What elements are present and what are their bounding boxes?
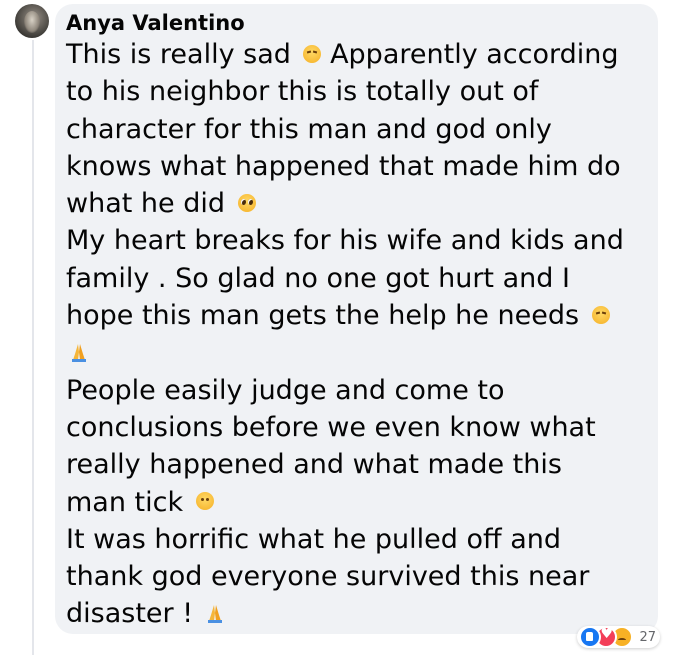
- comment-line: family . So glad no one got hurt and I: [66, 262, 570, 294]
- comment-line-text: This is really sad: [66, 39, 291, 70]
- comment-line-text: what he did: [66, 188, 225, 220]
- reactions-summary[interactable]: 27: [577, 626, 660, 648]
- frowning-face-icon: [195, 492, 214, 511]
- pensive-face-icon: [303, 44, 322, 63]
- comment-line: man tick: [66, 484, 656, 521]
- pleading-face-icon: [237, 193, 256, 212]
- comment-line-text: man tick: [66, 486, 184, 518]
- comment-text: This is really sad Apparently according …: [66, 36, 656, 633]
- comment-line: knows what happened that made him do: [66, 150, 621, 182]
- comment-line: My heart breaks for his wife and kids an…: [66, 225, 624, 257]
- comment-author[interactable]: Anya Valentino: [66, 10, 245, 36]
- comment-line: hope this man gets the help he needs: [66, 297, 656, 334]
- comment-line: People easily judge and come to: [66, 374, 505, 406]
- comment-line-text: hope this man gets the help he needs: [66, 300, 580, 332]
- comment-line: [66, 334, 656, 371]
- comment-bubble: Anya Valentino This is really sad Appare…: [55, 4, 658, 634]
- comment-line: It was horrific what he pulled off and: [66, 523, 562, 555]
- comment-line: what he did: [66, 185, 656, 222]
- comment-line: character for this man and god only: [66, 113, 552, 145]
- comment-line-text: disaster !: [66, 598, 194, 630]
- pensive-face-icon: [591, 305, 610, 324]
- folded-hands-icon: [207, 604, 222, 623]
- thread-line: [32, 40, 34, 655]
- comment-line: thank god everyone survived this near: [66, 561, 590, 593]
- comment-line-text: Apparently according: [330, 39, 619, 70]
- comment-line: disaster !: [66, 595, 656, 632]
- comment-line: This is really sad Apparently according: [66, 36, 656, 73]
- comment-line: to his neighbor this is totally out of: [66, 76, 539, 108]
- folded-hands-icon: [72, 343, 86, 362]
- comment-line: really happened and what made this: [66, 449, 562, 481]
- reaction-count: 27: [639, 629, 656, 645]
- comment-line: conclusions before we even know what: [66, 411, 596, 443]
- avatar[interactable]: [15, 4, 49, 38]
